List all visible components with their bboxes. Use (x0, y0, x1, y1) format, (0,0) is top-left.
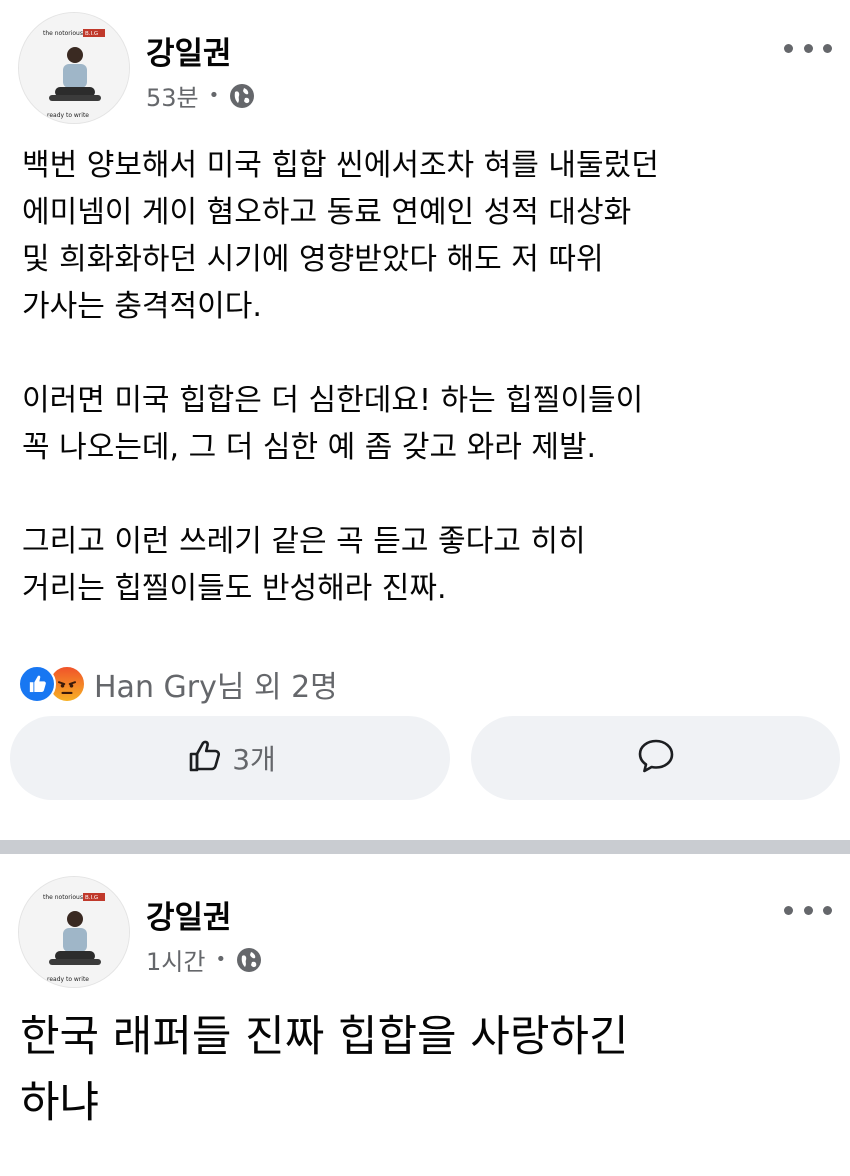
feed-separator (0, 838, 850, 856)
svg-text:the notorious: the notorious (43, 894, 83, 901)
post-body: 한국 래퍼들 진짜 힙합을 사랑하긴 하냐 (20, 1012, 629, 1128)
author-name[interactable]: 강일권 (146, 28, 232, 73)
post-meta: 1시간 • (146, 942, 262, 977)
reaction-summary[interactable]: Han Gry님 외 2명 (18, 662, 338, 706)
post-time[interactable]: 1시간 (146, 942, 205, 977)
more-options-icon[interactable] (784, 900, 832, 920)
post-card: the notorious B.I.G ready to write 강일권 5… (0, 0, 850, 838)
post-body: 백번 양보해서 미국 힙합 씬에서조차 혀를 내둘렀던 에미넴이 게이 혐오하고… (22, 148, 659, 606)
globe-icon (229, 83, 255, 109)
avatar-image: the notorious B.I.G ready to write (19, 877, 129, 987)
meta-separator: • (215, 949, 227, 970)
svg-text:ready to write: ready to write (47, 976, 89, 983)
svg-text:B.I.G: B.I.G (85, 895, 98, 901)
author-avatar[interactable]: the notorious B.I.G ready to write (18, 12, 130, 124)
avatar-image: the notorious B.I.G ready to write (19, 13, 129, 123)
globe-icon (236, 947, 262, 973)
author-avatar[interactable]: the notorious B.I.G ready to write (18, 876, 130, 988)
svg-text:the notorious: the notorious (43, 30, 83, 37)
post-meta: 53분 • (146, 78, 255, 113)
author-name[interactable]: 강일권 (146, 892, 232, 937)
thumbs-up-icon (184, 734, 228, 782)
reaction-summary-text: Han Gry님 외 2명 (94, 670, 338, 705)
like-icon (18, 665, 56, 703)
like-count: 3개 (232, 743, 276, 776)
svg-text:B.I.G: B.I.G (85, 31, 98, 37)
post-card: the notorious B.I.G ready to write 강일권 1… (0, 856, 850, 1176)
comment-button[interactable] (471, 716, 840, 800)
post-time[interactable]: 53분 (146, 78, 199, 113)
meta-separator: • (208, 85, 220, 106)
comment-icon (634, 734, 678, 782)
svg-text:ready to write: ready to write (47, 112, 89, 119)
like-button[interactable]: 3개 (10, 716, 450, 800)
more-options-icon[interactable] (784, 38, 832, 58)
